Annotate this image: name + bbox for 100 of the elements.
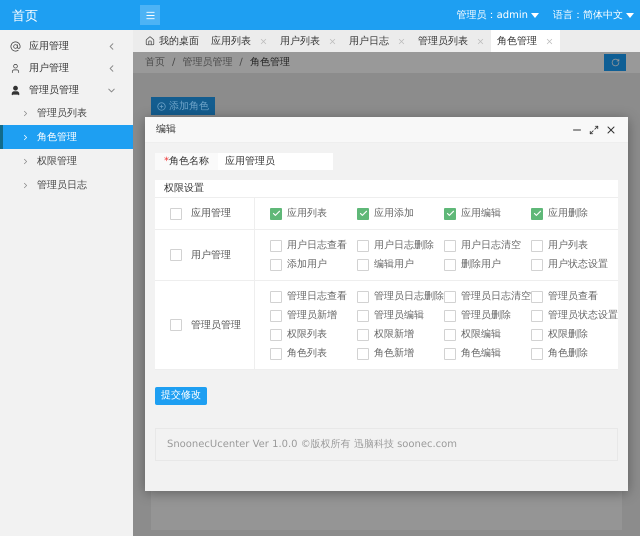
permission-label: 管理员日志清空 [461,290,531,304]
permission-label: 管理员日志删除 [374,290,444,304]
permission-label: 角色列表 [287,346,327,361]
permission-label: 角色编辑 [461,346,501,361]
panel-title: 权限设置 [164,182,204,196]
sidebar-subitem[interactable]: 管理员日志 [0,173,133,197]
role-name-text: 角色名称 [169,155,209,169]
home-icon [145,36,155,46]
breadcrumb-separator: / [239,56,243,70]
checkbox[interactable] [357,208,369,220]
checkbox[interactable] [357,290,369,302]
permission-label: 应用添加 [374,206,414,221]
group-label: 应用管理 [191,206,231,221]
permission-label: 应用列表 [287,206,327,221]
checkbox[interactable] [531,208,543,220]
check-icon [532,209,542,218]
permission-label: 权限新增 [374,328,414,342]
permission-label: 管理员状态设置 [548,308,618,323]
checkbox[interactable] [357,310,369,322]
checkbox[interactable] [357,258,369,270]
required-mark: * [164,155,169,169]
permission-label: 管理员编辑 [374,308,424,323]
check-icon [446,209,454,218]
tab[interactable]: 应用列表 [205,30,274,52]
checkbox[interactable] [444,348,456,360]
permission-label: 用户日志查看 [287,238,347,253]
checkbox[interactable] [444,310,456,322]
check-icon [272,209,280,218]
permission-label: 编辑用户 [374,258,414,272]
checkbox[interactable] [444,240,456,252]
refresh-button[interactable] [604,54,626,71]
permission-label: 应用删除 [548,206,588,221]
permission-label: 用户列表 [548,238,588,253]
checkbox[interactable] [444,290,456,302]
tab[interactable]: 角色管理 [491,30,560,52]
checkbox[interactable] [531,348,543,360]
tab[interactable]: 用户日志 [343,30,412,52]
checkbox[interactable] [357,328,369,340]
role-name-input[interactable]: 应用管理员 [218,153,333,170]
permission-label: 添加用户 [287,258,327,272]
sidebar-item[interactable]: 应用管理 [0,35,133,57]
sidebar-subitem[interactable]: 权限管理 [0,149,133,173]
checkbox[interactable] [357,240,369,252]
checkbox[interactable] [531,240,543,252]
tab[interactable]: 用户列表 [274,30,343,52]
footer-text: SnoonecUcenter Ver 1.0.0 ©版权所有 迅脑科技 soonec.com [167,438,458,452]
checkbox[interactable] [531,328,543,340]
sidebar-item[interactable]: 管理员管理 [0,79,133,101]
checkbox[interactable] [270,240,282,252]
checkbox[interactable] [170,208,182,220]
checkbox[interactable] [170,249,182,261]
checkbox[interactable] [270,258,282,270]
checkbox[interactable] [270,208,282,220]
chevron-right-icon [21,180,30,190]
sidebar-item[interactable]: 用户管理 [0,57,133,79]
checkbox[interactable] [531,310,543,322]
permission-label: 管理员新增 [287,308,337,323]
group-label: 用户管理 [191,248,231,262]
at-icon [10,40,21,52]
caret-icon [531,12,539,18]
checkbox[interactable] [270,290,282,302]
tab[interactable]: 管理员列表 [412,30,491,52]
permission-label: 管理员删除 [461,309,511,323]
checkbox[interactable] [270,310,282,322]
group-label: 管理员管理 [191,318,241,332]
checkbox[interactable] [357,348,369,360]
chevron-right-icon [21,132,30,142]
close-icon[interactable] [605,124,617,136]
checkbox[interactable] [270,348,282,360]
sidebar-subitem[interactable]: 管理员列表 [0,101,133,125]
permission-label: 用户日志删除 [374,238,434,253]
plus-circle-icon [157,102,166,110]
permission-label: 权限列表 [287,328,327,342]
check-icon [358,209,368,218]
permission-label: 角色删除 [548,347,588,361]
user-icon [10,84,21,96]
checkbox[interactable] [270,328,282,340]
permission-label: 用户状态设置 [548,258,608,272]
breadcrumb-separator: / [172,56,176,70]
dialog-title: 编辑 [156,122,177,137]
chevron-right-icon [21,156,30,166]
checkbox[interactable] [444,258,456,270]
checkbox[interactable] [444,208,456,220]
checkbox[interactable] [444,328,456,340]
menu-button[interactable] [140,5,160,25]
permission-label: 权限编辑 [461,328,501,342]
maximize-icon[interactable] [589,124,599,134]
tab[interactable]: 我的桌面 [139,30,205,52]
breadcrumb-current: 角色管理 [250,56,290,70]
permission-label: 管理日志查看 [287,290,347,304]
checkbox[interactable] [531,290,543,302]
caret-icon [626,12,634,18]
permission-label: 删除用户 [461,258,501,272]
permission-label: 权限删除 [548,328,588,342]
checkbox[interactable] [531,258,543,270]
checkbox[interactable] [170,319,182,331]
user-icon [10,62,21,74]
permission-label: 管理员查看 [548,290,598,304]
chevron-right-icon [21,108,30,118]
permission-label: 用户日志清空 [461,238,521,253]
